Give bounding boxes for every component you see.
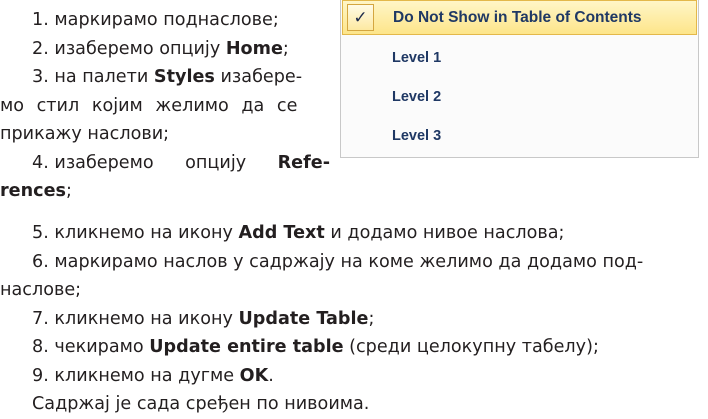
- step-6-line-1: 6. маркирамо наслов у садржају на коме ж…: [32, 251, 644, 272]
- closing-sentence: Садржај је сада сређен по нивоима.: [32, 394, 370, 414]
- instructions-top: 1. маркирамо поднаслове; 2. изаберемо оп…: [0, 6, 330, 206]
- step-8: 8. чекирамо Update entire table (среди ц…: [32, 337, 599, 357]
- step-3-line-3: прикажу наслови;: [0, 124, 170, 144]
- step-9: 9. кликнемо на дугме OK.: [32, 365, 274, 386]
- step-4-line-2: rences;: [0, 181, 72, 201]
- step-7: 7. кликнемо на икону Update Table;: [32, 308, 375, 329]
- menu-item-level-3[interactable]: Level 3: [392, 128, 441, 144]
- step-1: 1. маркирамо поднаслове;: [32, 10, 279, 30]
- instructions-bottom: 5. кликнемо на икону Add Text и додамо н…: [0, 219, 700, 419]
- step-3-line-1: 3. на палети Styles изабере-: [32, 67, 303, 87]
- step-5: 5. кликнемо на икону Add Text и додамо н…: [32, 223, 565, 243]
- step-2: 2. изаберемо опцију Home;: [32, 38, 289, 59]
- checkmark-icon: ✓: [347, 4, 374, 31]
- document-page: 1. маркирамо поднаслове; 2. изаберемо оп…: [0, 0, 708, 416]
- menu-item-do-not-show[interactable]: ✓ Do Not Show in Table of Contents: [342, 0, 697, 35]
- menu-item-level-1[interactable]: Level 1: [392, 50, 441, 66]
- step-4-line-1: 4. изаберемо опцију Refe-: [32, 152, 330, 173]
- menu-item-level-2[interactable]: Level 2: [392, 89, 441, 105]
- step-3-line-2: мо стил којим желимо да се: [0, 95, 298, 116]
- toc-level-dropdown-menu: ✓ Do Not Show in Table of Contents Level…: [340, 0, 699, 158]
- menu-item-label: Do Not Show in Table of Contents: [393, 9, 642, 26]
- step-6-line-2: наслове;: [0, 280, 82, 300]
